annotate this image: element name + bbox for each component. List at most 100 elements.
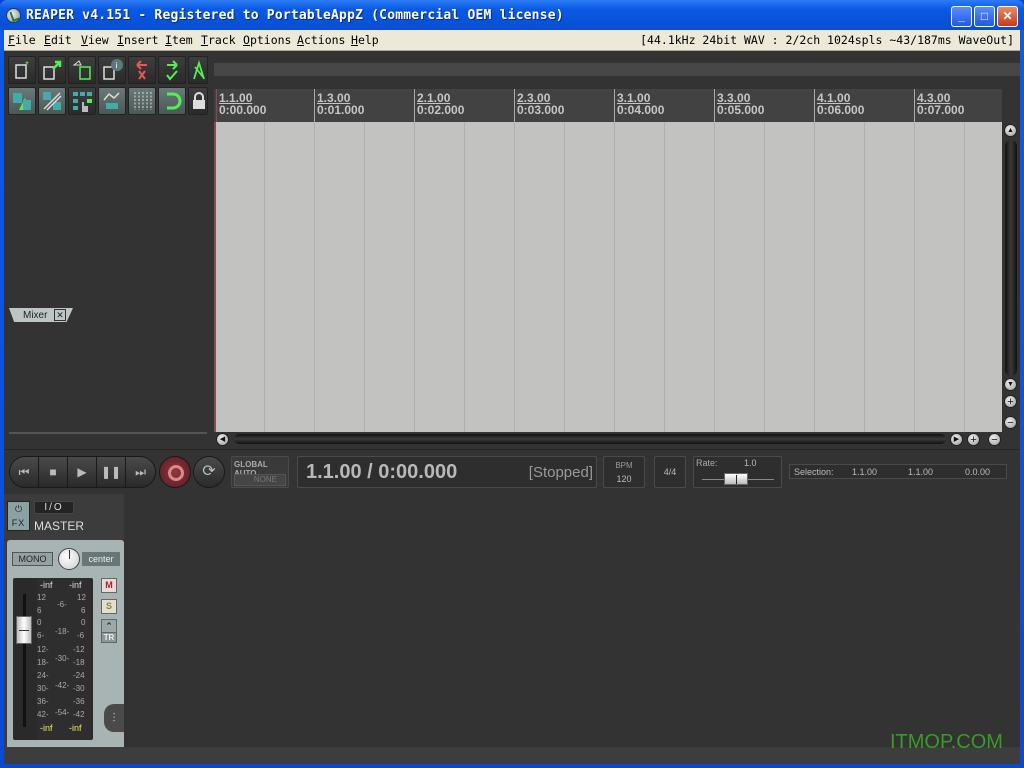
- zoom-out-horizontal-icon[interactable]: −: [988, 433, 1001, 446]
- mono-button[interactable]: MONO: [12, 552, 53, 566]
- title-bar[interactable]: REAPER v4.151 - Registered to PortableAp…: [0, 0, 1024, 30]
- track-control-panel[interactable]: * i: [4, 51, 211, 446]
- gridline: [714, 122, 715, 432]
- gridline: [664, 122, 665, 432]
- envelope-points-icon[interactable]: [98, 87, 126, 115]
- lock-icon[interactable]: [188, 87, 208, 115]
- svg-text:*: *: [25, 60, 29, 71]
- metronome-icon[interactable]: [188, 56, 208, 84]
- snap-grid-icon[interactable]: [68, 87, 96, 115]
- fx-button[interactable]: FX: [8, 516, 29, 530]
- mute-button[interactable]: M: [101, 578, 117, 593]
- power-icon[interactable]: ⏻: [8, 502, 29, 516]
- track-area[interactable]: [214, 122, 1002, 432]
- save-as-icon[interactable]: [68, 56, 96, 84]
- play-button[interactable]: ▶: [68, 457, 97, 487]
- bpm-value: 120: [616, 474, 632, 484]
- minimize-button[interactable]: _: [951, 6, 972, 27]
- scale-label: 42-: [37, 710, 49, 719]
- watermark: ITMOP.COM: [890, 731, 1003, 753]
- menu-actions[interactable]: Actions: [297, 33, 345, 47]
- menu-file[interactable]: File: [8, 33, 36, 47]
- menu-help[interactable]: Help: [351, 33, 379, 47]
- scale-label: -18: [73, 658, 85, 667]
- zoom-in-horizontal-icon[interactable]: +: [967, 433, 980, 446]
- bpm-display[interactable]: BPM 120: [603, 456, 645, 488]
- selection-display[interactable]: Selection: 1.1.00 1.1.00 0.0.00: [789, 464, 1007, 479]
- horizontal-scroll-track[interactable]: [234, 434, 946, 444]
- global-automation[interactable]: GLOBAL AUTO NONE: [231, 456, 289, 488]
- scale-label: 0: [81, 618, 86, 627]
- undo-icon[interactable]: [128, 56, 156, 84]
- mixer-panel[interactable]: ⏻ FX I/O MASTER MONO center -inf -inf 12…: [4, 494, 1020, 749]
- master-track-name: MASTER: [34, 519, 85, 533]
- auto-crossfade-icon[interactable]: [158, 87, 186, 115]
- scroll-right-icon[interactable]: ▶: [950, 433, 963, 446]
- redo-icon[interactable]: [158, 56, 186, 84]
- go-to-start-button[interactable]: ⏮: [10, 457, 39, 487]
- scale-label: -30: [73, 684, 85, 693]
- scroll-up-icon[interactable]: ▲: [1004, 124, 1017, 137]
- scroll-left-icon[interactable]: ◀: [216, 433, 229, 446]
- peak-right[interactable]: -inf: [69, 580, 82, 590]
- scale-label: 0: [37, 618, 42, 627]
- project-info-icon[interactable]: i: [98, 56, 126, 84]
- tcp-divider[interactable]: [9, 432, 207, 434]
- time-display[interactable]: 1.1.00 / 0:00.000 [Stopped]: [297, 456, 597, 488]
- trim-read-mode[interactable]: TR: [101, 632, 117, 643]
- gridline: [964, 122, 965, 432]
- ripple-edit-icon[interactable]: [8, 87, 36, 115]
- peak-left[interactable]: -inf: [40, 580, 53, 590]
- zoom-in-vertical-icon[interactable]: +: [1004, 395, 1017, 408]
- menu-edit[interactable]: Edit: [44, 33, 72, 47]
- ruler-mark: 1.3.00 0:01.000: [314, 89, 364, 122]
- global-auto-mode[interactable]: NONE: [234, 474, 286, 486]
- menu-track[interactable]: Track: [201, 33, 236, 47]
- repeat-toggle[interactable]: ⟳: [193, 456, 225, 488]
- mixer-tab[interactable]: Mixer ✕: [9, 308, 73, 322]
- record-button[interactable]: [159, 456, 191, 488]
- gridline: [364, 122, 365, 432]
- new-project-icon[interactable]: *: [8, 56, 36, 84]
- scale-label: -30-: [55, 654, 70, 663]
- menu-insert[interactable]: Insert: [117, 33, 159, 47]
- menu-item[interactable]: Item: [165, 33, 193, 47]
- solo-button[interactable]: S: [101, 599, 117, 614]
- menu-view[interactable]: View: [81, 33, 109, 47]
- pause-button[interactable]: ❚❚: [97, 457, 126, 487]
- vertical-scroll-track[interactable]: [1005, 140, 1017, 376]
- scroll-down-icon[interactable]: ▼: [1004, 378, 1017, 391]
- timeline-ruler[interactable]: 1.1.00 0:00.000 1.3.00 0:01.000 2.1.00 0:02…: [214, 89, 1002, 122]
- close-button[interactable]: ✕: [997, 6, 1018, 27]
- reaper-logo-icon: [6, 8, 21, 23]
- bottom-right-value: -inf: [69, 723, 82, 733]
- time-signature[interactable]: 4/4: [654, 456, 686, 488]
- marker-lane[interactable]: [214, 63, 1020, 76]
- mixer-tab-label: Mixer: [23, 310, 48, 321]
- maximize-button[interactable]: □: [974, 6, 995, 27]
- vertical-scrollbar[interactable]: ▲ ▼ + −: [1002, 122, 1020, 432]
- scale-label: 36-: [37, 697, 49, 706]
- gridline: [264, 122, 265, 432]
- gridline: [764, 122, 765, 432]
- rate-slider-thumb[interactable]: [724, 473, 748, 485]
- stop-button[interactable]: ■: [39, 457, 68, 487]
- selection-start: 1.1.00: [852, 467, 878, 477]
- import-media-icon[interactable]: [38, 56, 66, 84]
- gridline: [614, 122, 615, 432]
- menu-bar: File Edit View Insert Item Track Options…: [4, 30, 1020, 51]
- grid-lines-icon[interactable]: [128, 87, 156, 115]
- horizontal-scrollbar[interactable]: ◀ ▶ + −: [214, 432, 1020, 446]
- routing-icon[interactable]: ⫶: [104, 704, 124, 732]
- playrate-control[interactable]: Rate: 1.0: [693, 456, 782, 488]
- arrange-view[interactable]: 1.1.00 0:00.000 1.3.00 0:01.000 2.1.00 0:02…: [214, 51, 1020, 446]
- volume-fader[interactable]: [16, 616, 32, 644]
- io-button[interactable]: I/O: [34, 501, 74, 514]
- close-mixer-icon[interactable]: ✕: [54, 309, 66, 321]
- ruler-mark: 1.1.00 0:00.000: [216, 89, 266, 122]
- grouping-icon[interactable]: [38, 87, 66, 115]
- zoom-out-vertical-icon[interactable]: −: [1004, 416, 1017, 429]
- pan-knob[interactable]: [58, 548, 80, 570]
- go-to-end-button[interactable]: ⏭: [126, 457, 155, 487]
- menu-options[interactable]: Options: [243, 33, 291, 47]
